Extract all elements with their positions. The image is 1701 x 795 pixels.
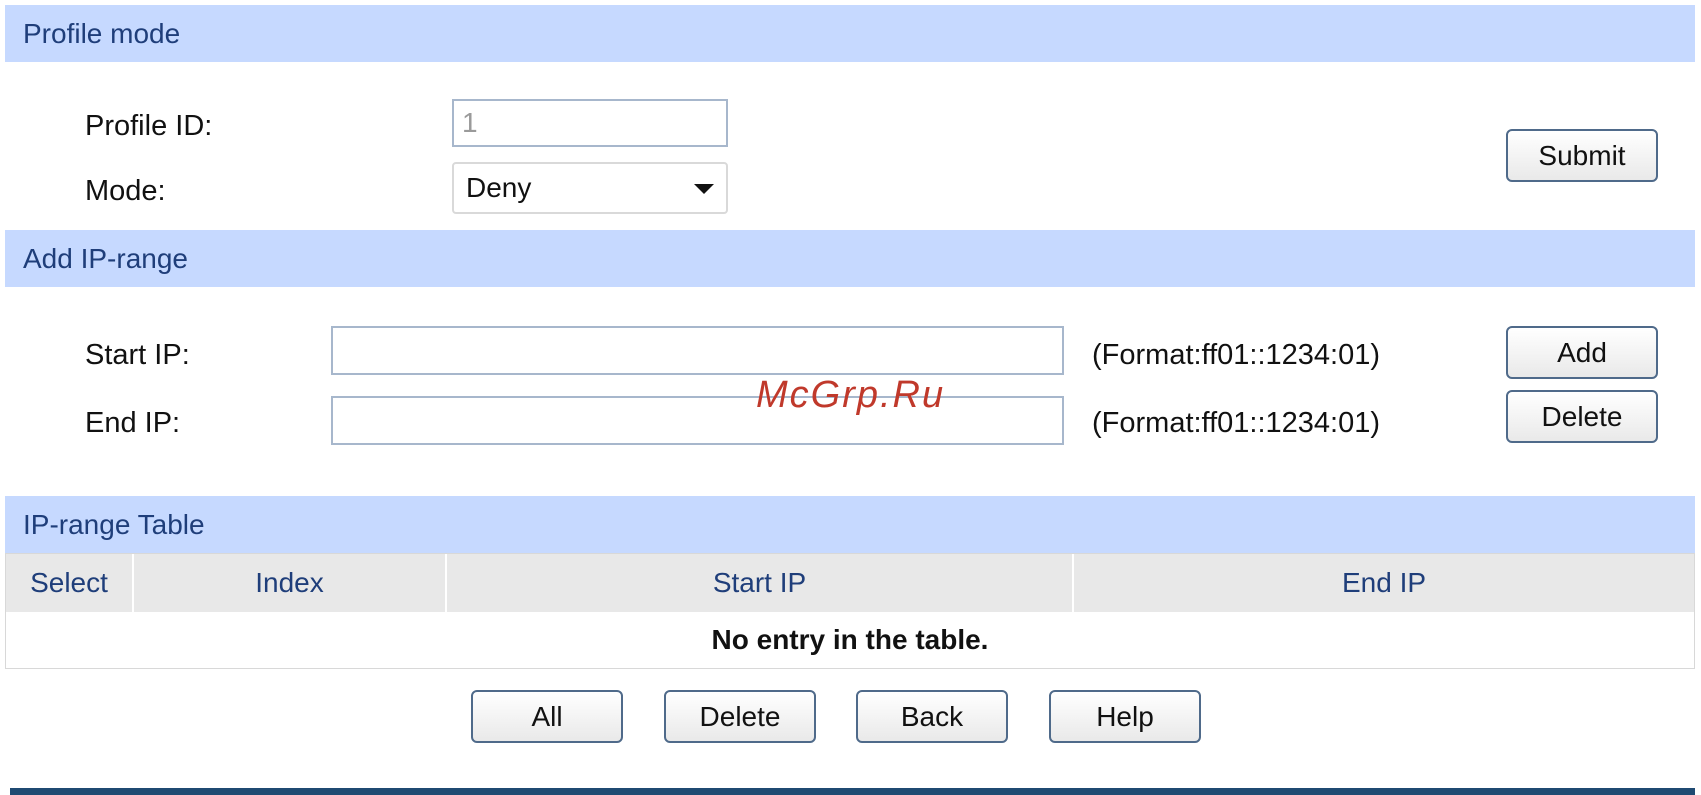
profile-id-label: Profile ID:	[85, 110, 213, 142]
help-button[interactable]: Help	[1049, 690, 1201, 743]
mode-select[interactable]: Deny	[452, 162, 728, 214]
profile-id-field[interactable]	[452, 99, 728, 147]
ipv6-profile-page: Profile mode Profile ID: Mode: Deny Subm…	[0, 0, 1701, 795]
start-ip-label: Start IP:	[85, 339, 190, 371]
delete-range-button[interactable]: Delete	[1506, 390, 1658, 443]
column-header-start-ip: Start IP	[447, 554, 1074, 612]
delete-selected-button[interactable]: Delete	[664, 690, 816, 743]
mode-select-value: Deny	[466, 172, 532, 203]
empty-table-message: No entry in the table.	[711, 624, 989, 655]
column-header-end-ip: End IP	[1341, 567, 1427, 598]
start-ip-input[interactable]	[331, 326, 1064, 375]
column-header-select: Select	[6, 554, 134, 612]
ip-range-table: Select Index Start IP End IP No entry in…	[5, 553, 1695, 669]
table-header-row: Select Index Start IP End IP	[6, 554, 1694, 612]
submit-button[interactable]: Submit	[1506, 129, 1658, 182]
start-ip-format-hint: (Format:ff01::1234:01)	[1092, 339, 1381, 371]
footer-bar	[10, 788, 1695, 795]
end-ip-input[interactable]	[331, 396, 1064, 445]
add-ip-range-header: Add IP-range	[5, 230, 1695, 287]
mode-label: Mode:	[85, 175, 166, 207]
column-header-index: Index	[134, 554, 447, 612]
profile-mode-header: Profile mode	[5, 5, 1695, 62]
add-button[interactable]: Add	[1506, 326, 1658, 379]
back-button[interactable]: Back	[856, 690, 1008, 743]
chevron-down-icon	[694, 184, 714, 194]
watermark-text: McGrp.Ru	[756, 374, 946, 416]
end-ip-label: End IP:	[85, 407, 181, 439]
select-all-button[interactable]: All	[471, 690, 623, 743]
ip-range-table-header: IP-range Table	[5, 496, 1695, 553]
end-ip-format-hint: (Format:ff01::1234:01)	[1092, 407, 1381, 439]
